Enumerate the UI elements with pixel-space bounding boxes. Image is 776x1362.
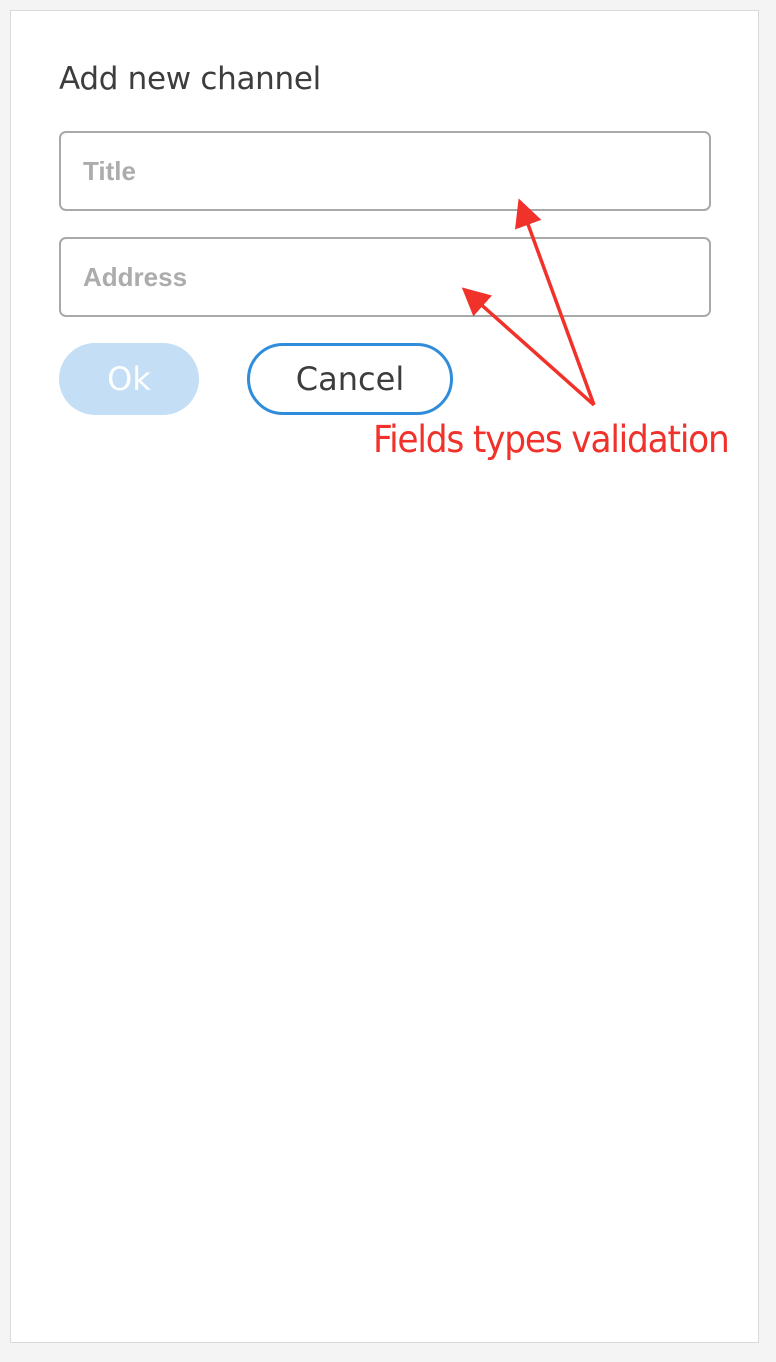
address-input[interactable] [61, 239, 709, 315]
address-field[interactable] [59, 237, 711, 317]
title-input[interactable] [61, 133, 709, 209]
title-field[interactable] [59, 131, 711, 211]
dialog-title: Add new channel [59, 61, 321, 97]
cancel-button[interactable]: Cancel [247, 343, 453, 415]
add-channel-dialog: Add new channel Ok Cancel [10, 10, 759, 1343]
annotation-label: Fields types validation [373, 418, 730, 461]
ok-button[interactable]: Ok [59, 343, 199, 415]
